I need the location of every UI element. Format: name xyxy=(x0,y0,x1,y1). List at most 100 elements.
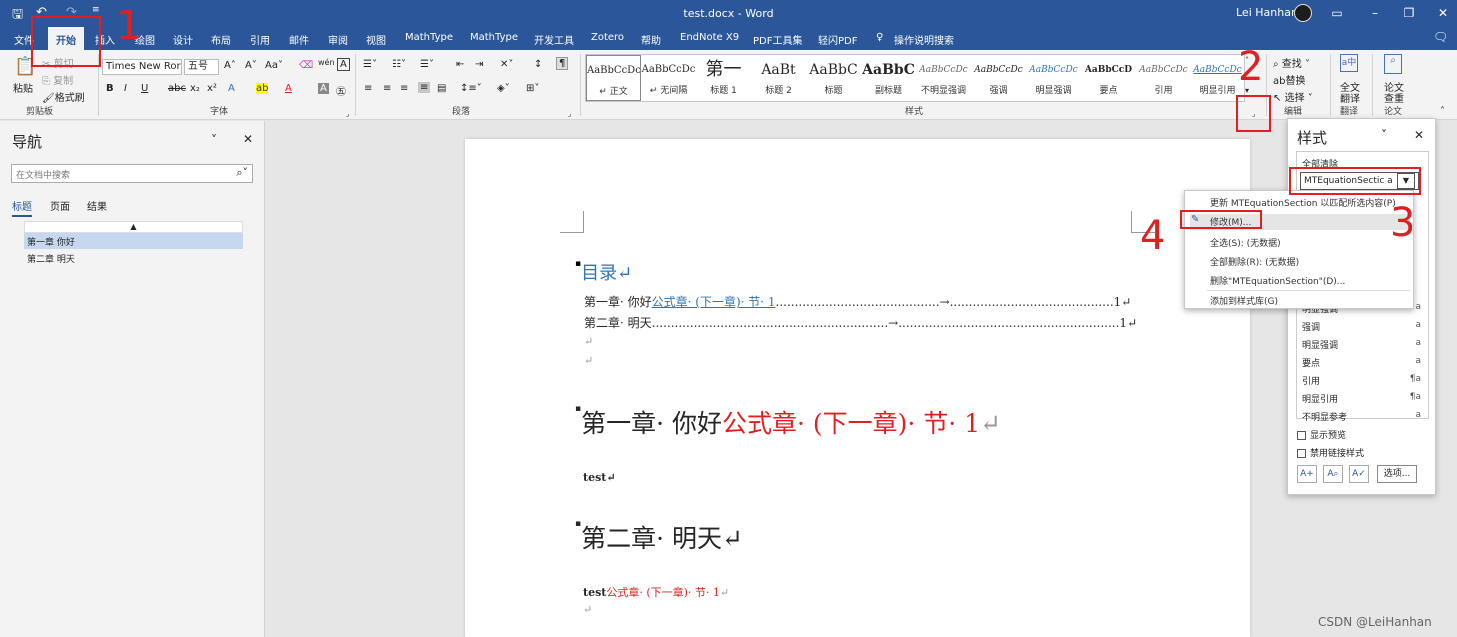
toc-entry-2[interactable]: 第二章· 明天.................................… xyxy=(584,314,1137,331)
body-text-2[interactable]: test公式章· (下一章)· 节· 1↵ xyxy=(583,584,729,600)
chinese-layout-icon[interactable]: ✕˅ xyxy=(500,59,513,70)
body-2-equation-field[interactable]: 公式章· (下一章)· 节· 1 xyxy=(606,586,720,599)
disable-linked-checkbox[interactable]: 禁用链接样式 xyxy=(1297,446,1364,459)
justify-icon[interactable]: ≡ xyxy=(418,82,431,93)
tell-me-search[interactable]: 操作说明搜索 xyxy=(894,32,954,47)
tab-headings[interactable]: 标题 xyxy=(12,198,32,217)
distributed-icon[interactable]: ▤ xyxy=(437,83,446,94)
superscript-icon[interactable]: x² xyxy=(207,83,217,94)
enclose-char-icon[interactable]: ㊄ xyxy=(336,83,346,98)
collapse-all-icon[interactable]: ▲ xyxy=(24,221,243,233)
style-list-item[interactable]: 明显引用 ¶a xyxy=(1302,392,1429,405)
paper-label-2[interactable]: 查重 xyxy=(1384,90,1404,105)
underline-icon[interactable]: U xyxy=(141,83,148,94)
multilevel-list-icon[interactable]: ☰˅ xyxy=(420,59,434,70)
menu-item-select-all[interactable]: 全选(S): (无数据) xyxy=(1210,236,1281,249)
style-item[interactable]: AaBbCcDc ↵ 正文 xyxy=(586,55,641,101)
toc-entry-1-link[interactable]: 公式章· (下一章)· 节· 1 xyxy=(652,295,776,309)
grow-font-icon[interactable]: A˄ xyxy=(224,60,236,71)
numbering-icon[interactable]: ☷˅ xyxy=(392,59,406,70)
style-item[interactable]: AaBbCcDc 不明显强调 xyxy=(916,55,971,101)
paragraph-dialog-launcher-icon[interactable]: ⌟ xyxy=(568,110,571,118)
increase-indent-icon[interactable]: ⇥ xyxy=(475,59,483,70)
borders-icon[interactable]: ⊞˅ xyxy=(526,83,539,94)
tab-mailings[interactable]: 邮件 xyxy=(289,32,309,47)
document-page[interactable]: ▪目录↵ 第一章· 你好公式章· (下一章)· 节· 1............… xyxy=(465,139,1250,637)
style-item[interactable]: AaBbCcD 要点 xyxy=(1081,55,1136,101)
new-style-icon[interactable]: A+ xyxy=(1297,465,1317,483)
char-border-icon[interactable]: A xyxy=(337,58,350,71)
paper-check-icon[interactable]: ⌕ xyxy=(1384,54,1402,74)
menu-item-update-style[interactable]: 更新 MTEquationSection 以匹配所选内容(P) xyxy=(1210,196,1396,209)
show-marks-icon[interactable]: ¶ xyxy=(556,57,569,70)
style-options-button[interactable]: 选项... xyxy=(1377,465,1417,483)
highlight-icon[interactable]: ab xyxy=(256,83,269,94)
tab-review[interactable]: 审阅 xyxy=(328,32,348,47)
style-list-item[interactable]: 不明显参考 a xyxy=(1302,410,1429,423)
minimize-icon[interactable]: – xyxy=(1360,3,1390,23)
style-list-item[interactable]: 明显强调 a xyxy=(1302,338,1429,351)
subscript-icon[interactable]: x₂ xyxy=(190,83,200,94)
search-icon[interactable]: ⌕˅ xyxy=(236,166,248,180)
align-right-icon[interactable]: ≡ xyxy=(400,83,408,94)
bold-icon[interactable]: B xyxy=(106,83,114,94)
style-inspector-icon[interactable]: A⌕ xyxy=(1323,465,1343,483)
heading-1-equation-field[interactable]: 公式章· (下一章)· 节· 1 xyxy=(722,409,980,438)
close-icon[interactable]: ✕ xyxy=(1428,3,1457,23)
tab-references[interactable]: 引用 xyxy=(250,32,270,47)
strikethrough-icon[interactable]: abc xyxy=(168,83,186,94)
phonetic-icon[interactable]: wén xyxy=(318,58,335,67)
style-item[interactable]: AaBbCcDc 明显强调 xyxy=(1026,55,1081,101)
chevron-down-icon[interactable]: ˅ xyxy=(211,133,217,147)
style-item[interactable]: AaBbCcDc ↵ 无间隔 xyxy=(641,55,696,101)
style-item[interactable]: AaBbC 副标题 xyxy=(861,55,916,101)
body-text-1[interactable]: test↵ xyxy=(583,471,616,484)
collapse-ribbon-icon[interactable]: ˄ xyxy=(1440,106,1445,117)
tab-view[interactable]: 视图 xyxy=(366,32,386,47)
tab-light-pdf[interactable]: 轻闪PDF xyxy=(818,32,857,47)
tab-pages[interactable]: 页面 xyxy=(50,198,70,213)
search-input[interactable]: 在文档中搜索 xyxy=(16,168,70,181)
tab-endnote[interactable]: EndNote X9 xyxy=(680,32,739,43)
shrink-font-icon[interactable]: A˅ xyxy=(245,60,257,71)
translate-label-2[interactable]: 翻译 xyxy=(1340,90,1360,105)
tab-pdf-tools[interactable]: PDF工具集 xyxy=(753,32,802,47)
nav-search-box[interactable]: 在文档中搜索 ⌕˅ xyxy=(11,164,253,183)
nav-heading-item[interactable]: 第一章 你好 xyxy=(24,233,243,249)
shading-icon[interactable]: ◈˅ xyxy=(497,83,510,94)
menu-item-delete-style[interactable]: 删除"MTEquationSection"(D)... xyxy=(1210,274,1345,287)
clear-format-icon[interactable]: ⌫ xyxy=(299,60,313,71)
toc-entry-1[interactable]: 第一章· 你好公式章· (下一章)· 节· 1.................… xyxy=(584,293,1131,310)
copy-button[interactable]: ⎘ 复制 xyxy=(42,72,73,87)
style-item[interactable]: 第一 标题 1 xyxy=(696,55,751,101)
replace-button[interactable]: ab替换 xyxy=(1273,72,1305,87)
line-spacing-icon[interactable]: ↕≡˅ xyxy=(460,83,482,94)
maximize-icon[interactable]: ❐ xyxy=(1394,3,1424,23)
tab-mathtype-1[interactable]: MathType xyxy=(405,32,453,43)
close-icon[interactable]: ✕ xyxy=(1414,128,1424,142)
paste-button[interactable]: 粘贴 xyxy=(13,80,33,95)
show-preview-checkbox[interactable]: 显示预览 xyxy=(1297,428,1346,441)
style-list-item[interactable]: 引用 ¶a xyxy=(1302,374,1429,387)
toc-title[interactable]: ▪目录↵ xyxy=(575,259,632,285)
font-name-combo[interactable]: Times New Ror xyxy=(102,59,182,75)
nav-heading-item[interactable]: 第二章 明天 xyxy=(24,250,243,266)
decrease-indent-icon[interactable]: ⇤ xyxy=(456,59,464,70)
style-item[interactable]: AaBbCcDc 引用 xyxy=(1136,55,1191,101)
font-dialog-launcher-icon[interactable]: ⌟ xyxy=(346,110,349,118)
style-list-item[interactable]: 要点 a xyxy=(1302,356,1429,369)
find-button[interactable]: ⌕ 查找 ˅ xyxy=(1273,55,1310,70)
tab-design[interactable]: 设计 xyxy=(173,32,193,47)
text-effects-icon[interactable]: A xyxy=(228,83,235,94)
font-size-combo[interactable]: 五号 xyxy=(184,59,219,75)
select-button[interactable]: ↖ 选择 ˅ xyxy=(1273,89,1313,104)
char-shading-icon[interactable]: A xyxy=(318,83,329,94)
tab-zotero[interactable]: Zotero xyxy=(591,32,624,43)
user-name[interactable]: Lei Hanhan xyxy=(1236,6,1298,19)
tab-developer[interactable]: 开发工具 xyxy=(534,32,574,47)
ribbon-display-icon[interactable]: ▭ xyxy=(1322,3,1352,23)
style-list-item[interactable]: 强调 a xyxy=(1302,320,1429,333)
menu-item-delete-all[interactable]: 全部删除(R): (无数据) xyxy=(1210,255,1299,268)
chevron-down-icon[interactable]: ˅ xyxy=(1381,128,1387,142)
style-item[interactable]: AaBbCcDc 强调 xyxy=(971,55,1026,101)
